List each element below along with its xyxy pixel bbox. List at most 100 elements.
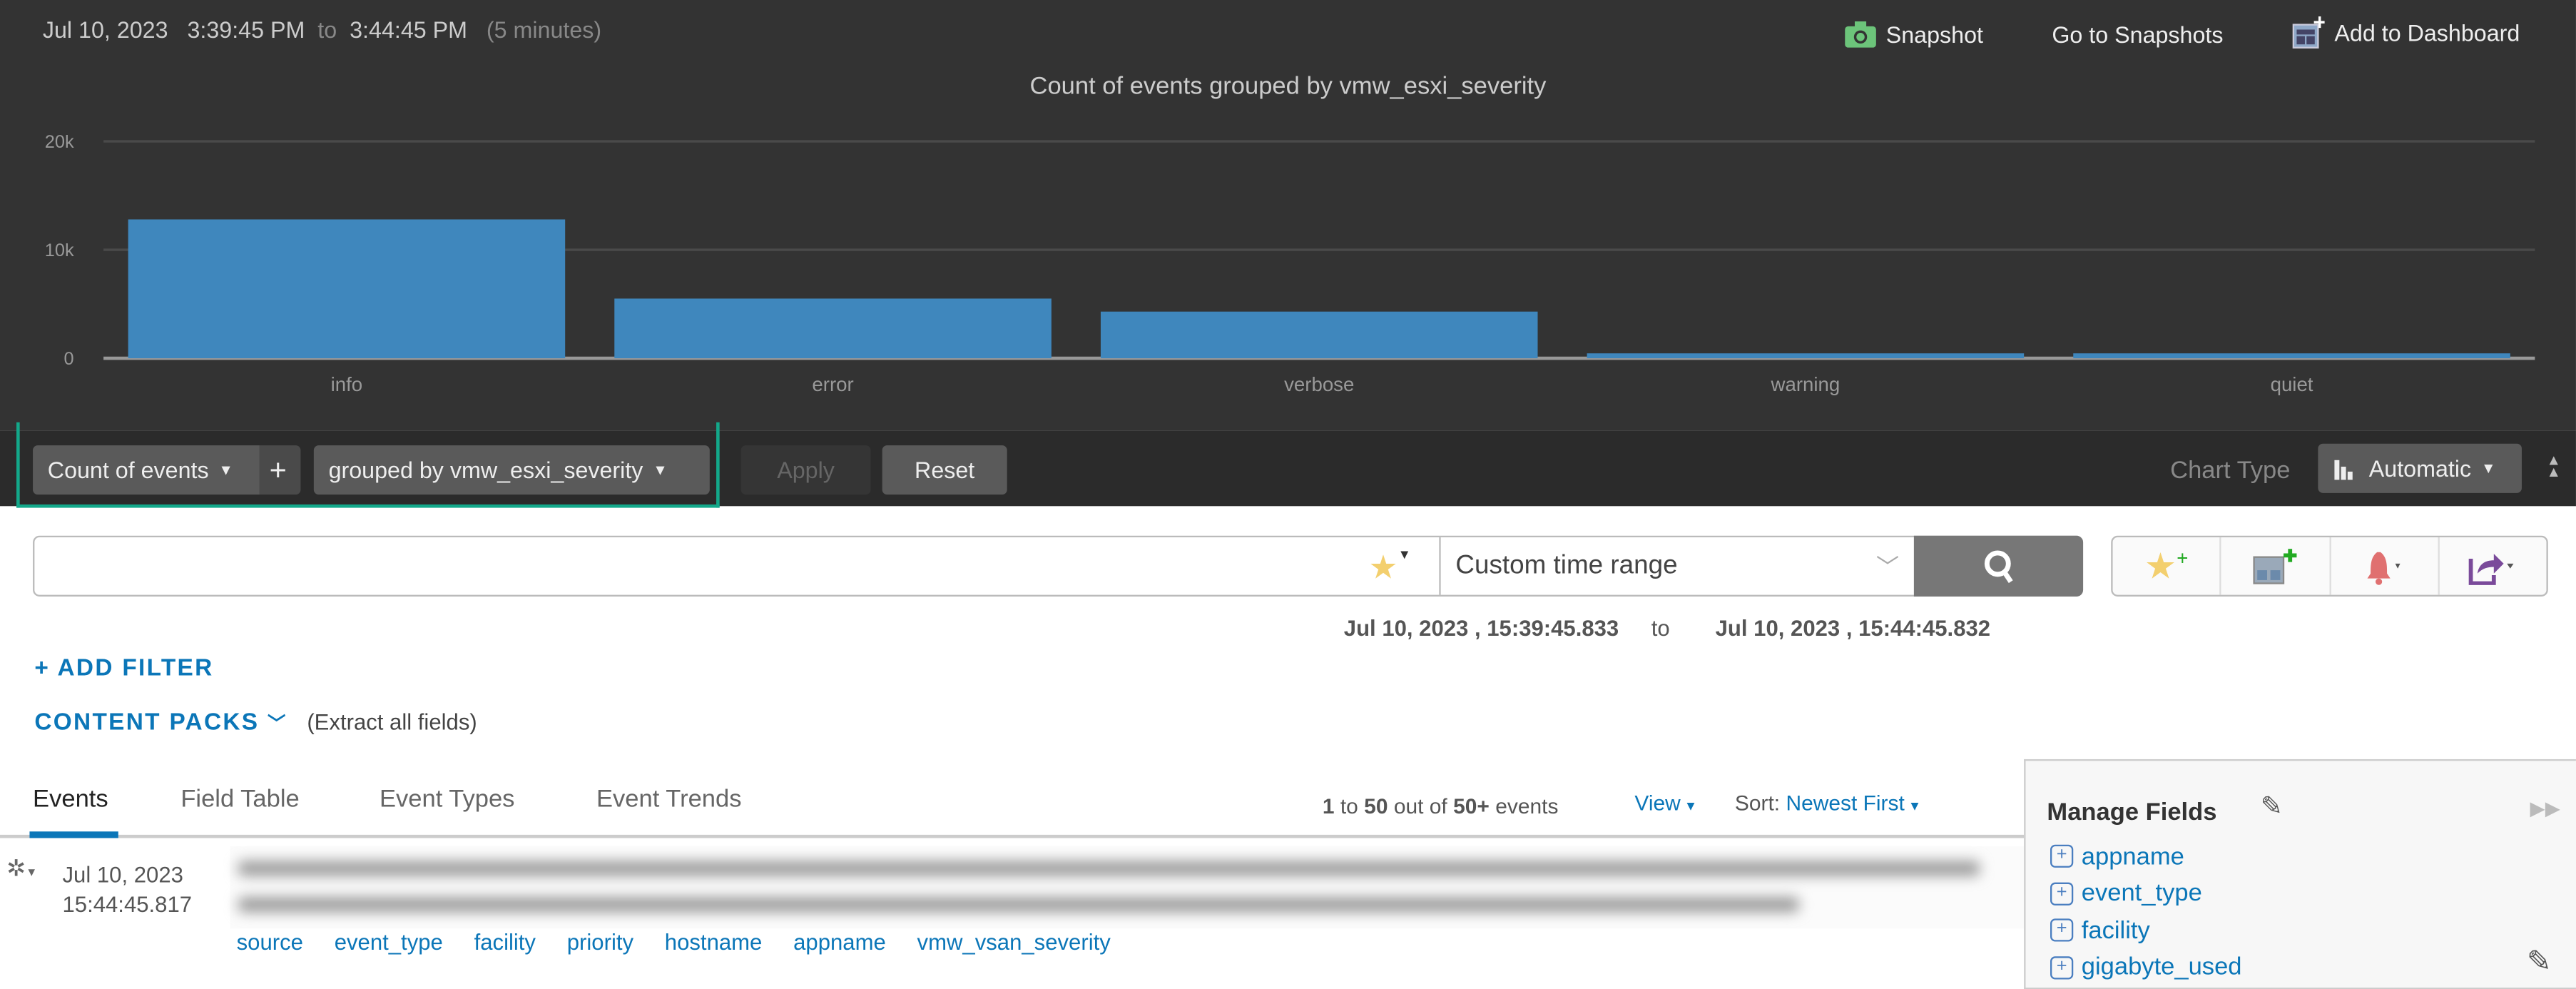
go-to-snapshots-link[interactable]: Go to Snapshots [2052, 21, 2223, 48]
chart-type-dropdown[interactable]: Automatic ▼ [2318, 443, 2522, 493]
field-name: gigabyte_used [2081, 953, 2242, 982]
extract-all-fields-link[interactable]: (Extract all fields) [307, 710, 477, 735]
bell-icon [2367, 551, 2401, 584]
view-label: View [1634, 790, 1681, 816]
aggregate-label: Count of events [47, 457, 209, 484]
manage-fields-panel: Manage Fields ✎ ▶▶ + appname + event_type + f… [2024, 759, 2576, 989]
bar-chart-icon [2334, 460, 2353, 480]
event-field-link[interactable]: appname [793, 930, 886, 955]
content-packs-dropdown[interactable]: CONTENT PACKS ﹀ [34, 710, 287, 736]
group-by-label: grouped by vmw_esxi_severity [328, 457, 643, 484]
bar-info[interactable] [128, 219, 566, 359]
bar-chart: 0 10k 20k info error verbose warning quiet [45, 132, 2535, 395]
bar-warning[interactable] [1587, 353, 2025, 359]
chart-title: Count of events grouped by vmw_esxi_seve… [1029, 72, 1547, 101]
event-time: 15:44:45.817 [62, 892, 193, 918]
time-range-dropdown[interactable]: Custom time range ﹀ [1439, 537, 1914, 595]
add-to-dashboard-icon-button[interactable] [2221, 537, 2331, 595]
add-to-dashboard-button[interactable]: Add to Dashboard [2292, 16, 2520, 49]
manage-field-item[interactable]: + event_type [2050, 875, 2242, 912]
bar-error[interactable] [614, 298, 1052, 359]
event-field-link[interactable]: vmw_vsan_severity [917, 930, 1111, 955]
dashboard-add-icon [2292, 16, 2325, 49]
manage-field-item[interactable]: + appname [2050, 838, 2242, 875]
caret-down-icon: ▼ [218, 462, 233, 479]
tab-events[interactable]: Events [33, 786, 108, 813]
manage-field-item[interactable]: + facility [2050, 912, 2242, 949]
save-favorite-button[interactable]: ★+ [2113, 537, 2222, 595]
manage-field-item[interactable]: + gigabyte_used [2050, 949, 2242, 986]
plus-box-icon: + [2050, 955, 2074, 979]
event-text-redacted [230, 846, 2025, 929]
reset-label: Reset [915, 457, 975, 484]
results-out-of: out of [1393, 793, 1447, 818]
event-field-link[interactable]: hostname [665, 930, 763, 955]
collapse-chart-icon[interactable]: ▲ ▲ [2546, 452, 2561, 479]
tab-event-types[interactable]: Event Types [380, 786, 514, 813]
add-aggregate-button[interactable]: + [259, 445, 301, 495]
group-by-dropdown[interactable]: grouped by vmw_esxi_severity ▼ [313, 445, 710, 495]
view-dropdown[interactable]: View ▼ [1634, 791, 1697, 816]
manage-fields-title: Manage Fields [2047, 798, 2217, 827]
chart-type-value: Automatic [2368, 455, 2472, 482]
absolute-time-range: Jul 10, 2023 , 15:39:45.833 to Jul 10, 2… [1344, 617, 1990, 641]
search-icon [1983, 549, 2012, 582]
dashboard-add-icon [2253, 548, 2297, 584]
event-field-link[interactable]: source [237, 930, 303, 955]
content-packs-label: CONTENT PACKS [34, 709, 260, 736]
caret-down-icon: ▼ [653, 462, 668, 479]
range-to: to [1651, 616, 1670, 641]
results-to-word: to [1340, 793, 1358, 818]
aggregate-dropdown[interactable]: Count of events ▼ [33, 445, 260, 495]
event-date: Jul 10, 2023 [62, 863, 183, 888]
time-range-value: Custom time range [1455, 552, 1678, 580]
range-from: Jul 10, 2023 , 15:39:45.833 [1343, 616, 1619, 641]
bar-quiet[interactable] [2073, 353, 2510, 359]
tab-field-table[interactable]: Field Table [180, 786, 299, 813]
event-field-link[interactable]: facility [474, 930, 536, 955]
chevron-down-icon: ﹀ [267, 714, 287, 735]
chart-type-label: Chart Type [2170, 457, 2291, 485]
search-button[interactable] [1913, 535, 2084, 597]
event-timestamp: Jul 10, 2023 15:44:45.817 [63, 861, 193, 920]
tab-event-trends[interactable]: Event Trends [596, 786, 742, 813]
sort-label: Sort: [1734, 790, 1781, 816]
header-duration: (5 minutes) [486, 16, 602, 43]
export-button[interactable] [2439, 537, 2546, 595]
results-to: 50 [1364, 793, 1388, 818]
edit-pencil-icon[interactable]: ✎ [2261, 791, 2283, 823]
go-to-snapshots-label: Go to Snapshots [2052, 21, 2224, 48]
event-field-link[interactable]: event_type [335, 930, 443, 955]
add-label: + [269, 452, 287, 486]
favorites-star-icon[interactable]: ★▼ [1368, 547, 1411, 589]
event-gear-icon[interactable]: ✲▼ [6, 855, 37, 883]
header-date: Jul 10, 2023 [42, 16, 168, 43]
alert-button[interactable] [2331, 537, 2440, 595]
star-add-icon: ★+ [2144, 544, 2189, 586]
header-end: 3:44:45 PM [350, 16, 468, 43]
active-tab-indicator [29, 831, 118, 838]
camera-icon [1845, 21, 1876, 48]
sort-dropdown[interactable]: Newest First ▼ [1786, 791, 1921, 816]
search-input[interactable] [34, 537, 1365, 595]
event-field-link[interactable]: priority [567, 930, 633, 955]
x-tick-label: warning [1771, 373, 1841, 395]
bar-verbose[interactable] [1100, 311, 1538, 359]
results-events: events [1495, 793, 1559, 818]
caret-down-icon: ▼ [1904, 798, 1922, 813]
edit-pencil-icon[interactable]: ✎ [2527, 945, 2552, 979]
results-count: 1 to 50 out of 50+ events [1323, 793, 1559, 818]
x-tick-label: quiet [2271, 373, 2313, 395]
add-filter-button[interactable]: + ADD FILTER [34, 656, 213, 682]
snapshot-button[interactable]: Snapshot [1845, 21, 1983, 48]
results-from: 1 [1322, 793, 1335, 818]
event-field-links: source event_type facility priority hostname… [237, 928, 1142, 958]
y-tick-label: 0 [64, 349, 74, 369]
expand-panel-icon[interactable]: ▶▶ [2530, 797, 2560, 820]
caret-down-icon: ▼ [1680, 798, 1698, 813]
plus-box-icon: + [2050, 845, 2074, 868]
reset-button[interactable]: Reset [882, 445, 1007, 495]
x-tick-label: verbose [1284, 373, 1354, 395]
apply-button[interactable]: Apply [740, 445, 871, 495]
field-name: appname [2081, 842, 2184, 871]
